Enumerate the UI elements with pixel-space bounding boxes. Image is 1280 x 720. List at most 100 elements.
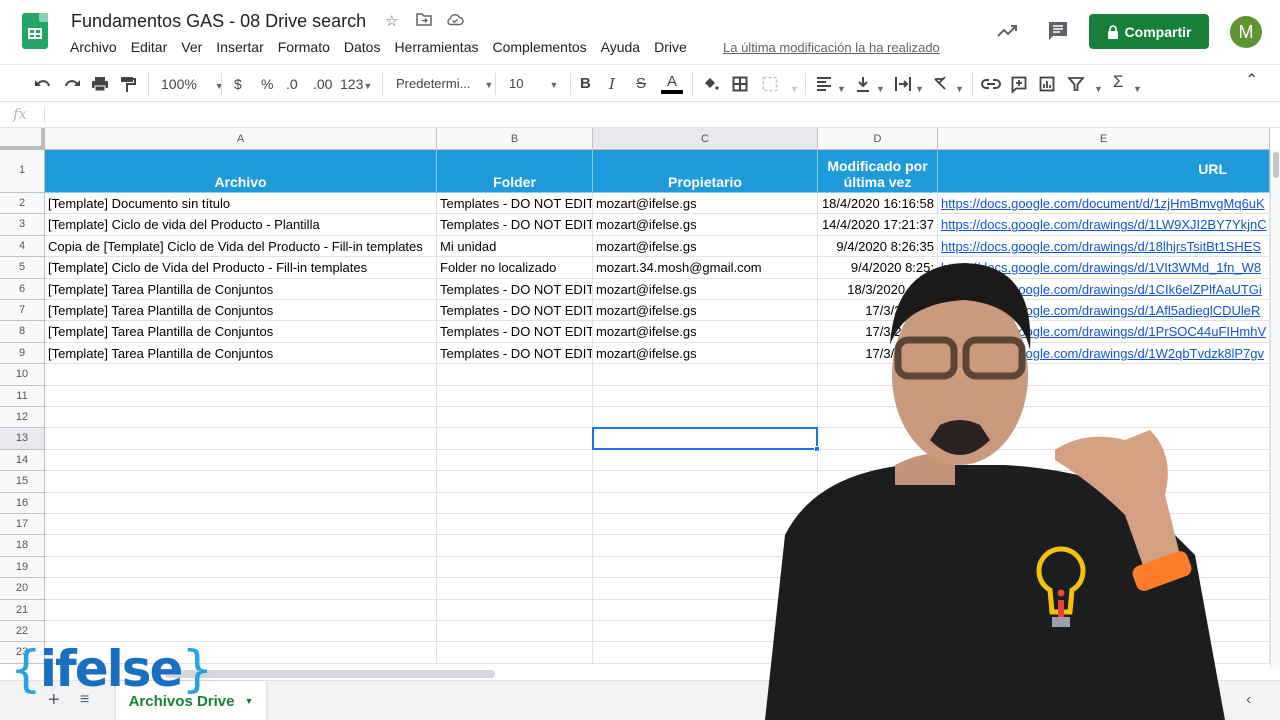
header-cell-e[interactable]: URL [938,150,1270,193]
functions-button[interactable]: Σ [1113,72,1124,92]
text-rotation-icon[interactable] [933,76,951,92]
row-header-18[interactable]: 18 [0,535,45,557]
empty-cell[interactable] [45,385,437,407]
merge-cells-icon[interactable] [762,76,778,92]
menu-insertar[interactable]: Insertar [216,39,263,55]
folder-cell[interactable]: Templates - DO NOT EDIT [437,278,593,300]
paint-format-icon[interactable] [120,76,136,93]
modified-date-cell[interactable]: 14/4/2020 17:21:37 [818,214,938,236]
header-cell-d[interactable]: Modificado por última vez [818,150,938,193]
column-header-a[interactable]: A [45,128,437,150]
row-header-15[interactable]: 15 [0,471,45,493]
insert-link-icon[interactable] [981,78,1001,90]
more-formats-button[interactable]: 123▼ [340,74,372,96]
menu-complementos[interactable]: Complementos [492,39,586,55]
empty-cell[interactable] [45,407,437,429]
user-avatar[interactable]: M [1230,16,1262,48]
empty-cell[interactable] [437,492,593,514]
empty-cell[interactable] [437,471,593,493]
folder-cell[interactable]: Templates - DO NOT EDIT [437,321,593,343]
empty-cell[interactable] [437,578,593,600]
empty-cell[interactable] [45,535,437,557]
cloud-saved-icon[interactable] [446,12,464,30]
menu-formato[interactable]: Formato [278,39,330,55]
borders-icon[interactable] [732,76,748,92]
empty-cell[interactable] [45,449,437,472]
file-name-cell[interactable]: Copia de [Template] Ciclo de Vida del Pr… [45,235,437,258]
folder-cell[interactable]: Templates - DO NOT EDIT [437,193,593,215]
menu-herramientas[interactable]: Herramientas [394,39,478,55]
file-name-cell[interactable]: [Template] Ciclo de vida del Producto - … [45,214,437,236]
formula-input[interactable] [52,106,1252,124]
vertical-scroll-thumb[interactable] [1273,152,1279,178]
menu-drive[interactable]: Drive [654,39,687,55]
currency-format-button[interactable]: $ [234,74,242,94]
menu-ayuda[interactable]: Ayuda [601,39,640,55]
row-header-6[interactable]: 6 [0,278,45,300]
menu-archivo[interactable]: Archivo [70,39,117,55]
row-header-2[interactable]: 2 [0,193,45,215]
row-header-14[interactable]: 14 [0,449,45,472]
empty-cell[interactable] [45,492,437,514]
select-all-corner[interactable] [0,128,45,150]
share-button[interactable]: Compartir [1089,14,1209,49]
row-header-21[interactable]: 21 [0,599,45,621]
empty-cell[interactable] [45,556,437,579]
empty-cell[interactable] [437,514,593,536]
row-header-17[interactable]: 17 [0,514,45,536]
horizontal-align-icon[interactable] [816,77,832,91]
strikethrough-button[interactable]: S [636,74,646,94]
file-name-cell[interactable]: [Template] Ciclo de Vida del Producto - … [45,257,437,279]
menu-editar[interactable]: Editar [131,39,168,55]
row-header-20[interactable]: 20 [0,578,45,600]
print-icon[interactable] [91,76,109,92]
menu-ver[interactable]: Ver [181,39,202,55]
menu-datos[interactable]: Datos [344,39,381,55]
horizontal-scroll-thumb[interactable] [165,670,495,678]
column-header-e[interactable]: E [938,128,1270,150]
empty-cell[interactable] [437,642,593,664]
fill-color-icon[interactable] [702,76,719,92]
row-header-9[interactable]: 9 [0,342,45,365]
row-header-1[interactable]: 1 [0,150,45,193]
star-icon[interactable]: ☆ [385,12,398,30]
row-header-13[interactable]: 13 [0,428,45,450]
owner-cell[interactable]: mozart@ifelse.gs [593,235,818,258]
font-size-select[interactable]: 10 ▼ [509,74,558,95]
chevron-down-icon[interactable]: ▼ [244,696,253,706]
folder-cell[interactable]: Templates - DO NOT EDIT [437,300,593,322]
owner-cell[interactable]: mozart@ifelse.gs [593,193,818,215]
row-header-19[interactable]: 19 [0,556,45,579]
column-header-d[interactable]: D [818,128,938,150]
file-name-cell[interactable]: [Template] Tarea Plantilla de Conjuntos [45,342,437,365]
folder-cell[interactable]: Folder no localizado [437,257,593,279]
folder-cell[interactable]: Templates - DO NOT EDIT [437,342,593,365]
last-edit-link[interactable]: La última modificación la ha realizado [723,40,940,55]
header-cell-c[interactable]: Propietario [593,150,818,193]
empty-cell[interactable] [437,535,593,557]
insert-comment-icon[interactable] [1011,76,1027,93]
undo-icon[interactable] [34,77,52,91]
document-title[interactable]: Fundamentos GAS - 08 Drive search [71,11,366,32]
empty-cell[interactable] [437,407,593,429]
sheets-logo-icon[interactable] [22,13,48,49]
folder-cell[interactable]: Templates - DO NOT EDIT [437,214,593,236]
folder-cell[interactable]: Mi unidad [437,235,593,258]
italic-button[interactable]: I [609,74,615,94]
empty-cell[interactable] [437,599,593,621]
redo-icon[interactable] [63,77,81,91]
url-link-cell[interactable]: https://docs.google.com/drawings/d/1LW9X… [938,214,1270,236]
owner-cell[interactable]: mozart@ifelse.gs [593,214,818,236]
empty-cell[interactable] [437,364,593,386]
filter-icon[interactable] [1068,76,1084,92]
vertical-scrollbar[interactable] [1270,150,1280,668]
row-header-16[interactable]: 16 [0,492,45,514]
row-header-12[interactable]: 12 [0,407,45,429]
vertical-align-icon[interactable] [856,76,870,92]
bold-button[interactable]: B [580,74,591,94]
activity-trend-icon[interactable] [996,20,1020,40]
empty-cell[interactable] [45,599,437,621]
insert-chart-icon[interactable] [1039,76,1055,92]
row-header-4[interactable]: 4 [0,235,45,258]
row-header-10[interactable]: 10 [0,364,45,386]
